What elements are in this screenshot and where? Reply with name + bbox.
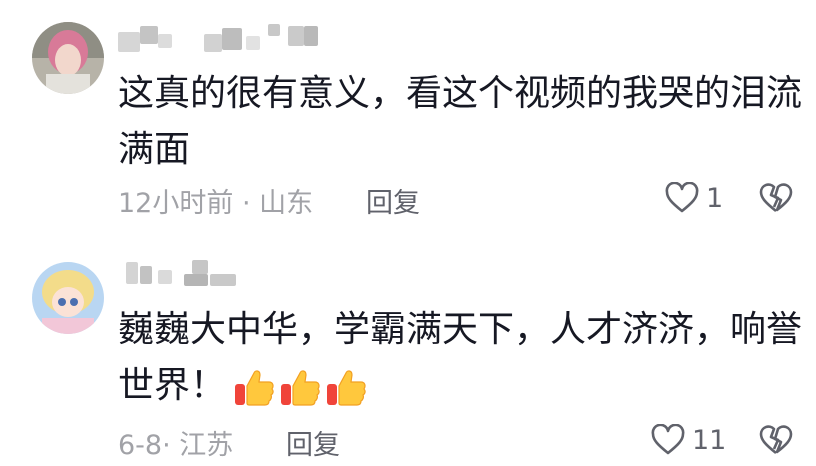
comment-item: 这真的很有意义，看这个视频的我哭的泪流 满面 12小时前 · 山东 回复 1: [0, 0, 816, 240]
thumbs-up-icon: [278, 365, 322, 409]
username-blurred[interactable]: [118, 22, 340, 52]
dislike-button[interactable]: [758, 423, 794, 457]
broken-heart-icon: [758, 181, 794, 215]
reply-button[interactable]: 回复: [286, 423, 340, 462]
comment-time: 6-8: [118, 430, 163, 461]
comment-location: 江苏: [179, 430, 234, 461]
comment-text: 巍巍大中华，学霸满天下，人才济济，响誉 世界！: [118, 302, 802, 414]
like-count: 1: [706, 182, 724, 214]
comment-meta: 6-8· 江苏: [118, 430, 234, 461]
thumbs-up-icon: [324, 365, 368, 409]
comment-location: 山东: [259, 188, 314, 219]
username-blurred[interactable]: [118, 256, 248, 286]
avatar[interactable]: [32, 22, 104, 94]
comment-text: 这真的很有意义，看这个视频的我哭的泪流 满面: [118, 73, 803, 170]
dislike-button[interactable]: [758, 181, 794, 215]
thumbs-up-icon: [232, 365, 276, 409]
like-button[interactable]: 11: [650, 424, 726, 456]
comment-meta: 12小时前 · 山东: [118, 188, 314, 219]
comment-time: 12小时前: [118, 188, 234, 219]
avatar[interactable]: [32, 262, 104, 334]
broken-heart-icon: [758, 423, 794, 457]
emoji-group: [232, 365, 370, 409]
comment-item: 巍巍大中华，学霸满天下，人才济济，响誉 世界！ 6-8· 江苏 回复 11: [0, 240, 816, 466]
heart-icon: [650, 424, 686, 456]
reply-button[interactable]: 回复: [366, 181, 420, 220]
heart-icon: [664, 182, 700, 214]
like-button[interactable]: 1: [664, 182, 723, 214]
like-count: 11: [692, 424, 727, 456]
